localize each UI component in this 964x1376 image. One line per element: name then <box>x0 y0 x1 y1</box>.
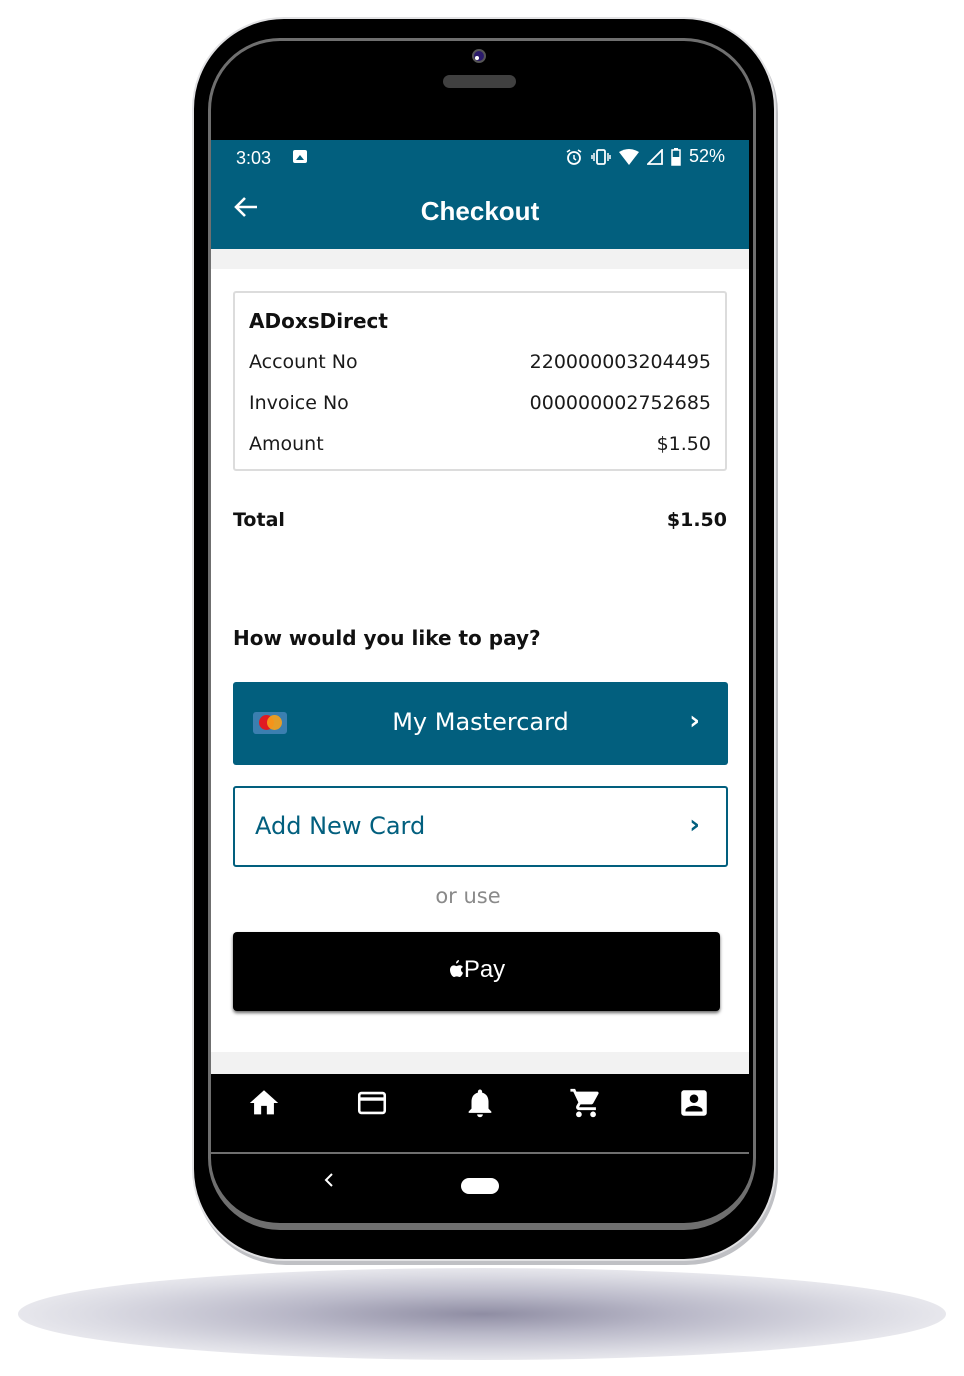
content-bottom-divider <box>211 1052 749 1074</box>
total-value: $1.50 <box>666 509 727 531</box>
invoice-number-label: Invoice No <box>249 392 349 414</box>
account-number-label: Account No <box>249 351 358 373</box>
content-top-divider <box>211 249 749 269</box>
account-number-value: 220000003204495 <box>529 351 711 373</box>
amount-value: $1.50 <box>656 433 711 455</box>
apple-pay-text: Pay <box>463 956 506 983</box>
nav-account[interactable] <box>677 1086 711 1120</box>
wifi-icon <box>618 148 639 165</box>
system-home-button[interactable] <box>461 1178 499 1194</box>
apple-pay-label: Pay <box>233 956 720 984</box>
system-back-button[interactable] <box>323 1170 335 1195</box>
invoice-number-value: 000000002752685 <box>529 392 711 414</box>
account-box-icon <box>681 1090 707 1116</box>
signal-icon <box>646 148 663 165</box>
page-title: Checkout <box>420 196 540 226</box>
add-new-card-button[interactable]: Add New Card › <box>233 786 728 867</box>
chevron-left-icon <box>324 1173 333 1187</box>
status-bar: 3:03 52% <box>211 140 749 176</box>
invoice-card: ADoxsDirect Account No 220000003204495 I… <box>233 291 727 471</box>
amount-label: Amount <box>249 433 324 455</box>
nav-cards[interactable] <box>355 1086 389 1120</box>
vibrate-icon <box>591 148 611 165</box>
image-icon <box>293 150 307 163</box>
system-nav-bar <box>211 1152 749 1214</box>
saved-card-label: My Mastercard <box>392 708 569 736</box>
credit-card-icon <box>357 1091 387 1115</box>
total-label: Total <box>233 509 285 531</box>
front-camera <box>472 49 486 63</box>
add-card-label: Add New Card <box>255 812 426 840</box>
status-time: 3:03 <box>236 148 272 168</box>
chevron-right-icon: › <box>689 810 700 840</box>
home-icon <box>249 1090 279 1115</box>
chevron-right-icon: › <box>689 706 700 736</box>
payment-question: How would you like to pay? <box>233 626 541 650</box>
status-icons: 52% <box>565 146 725 167</box>
bell-icon <box>468 1089 492 1118</box>
app-screen: 3:03 52% Checkout ADoxsDirect Account No… <box>211 140 749 1152</box>
app-bar: Checkout <box>211 176 749 249</box>
nav-home[interactable] <box>247 1086 281 1120</box>
merchant-name: ADoxsDirect <box>249 309 388 333</box>
alarm-icon <box>566 148 582 165</box>
or-use-label: or use <box>435 884 501 908</box>
bottom-nav <box>211 1074 749 1152</box>
battery-icon <box>671 147 681 166</box>
nav-notifications[interactable] <box>463 1086 497 1120</box>
apple-pay-button[interactable]: Pay <box>233 932 720 1011</box>
cart-icon <box>570 1088 599 1118</box>
saved-card-button[interactable]: My Mastercard › <box>233 682 728 765</box>
apple-logo-icon <box>449 960 463 977</box>
phone-shadow <box>18 1268 946 1360</box>
nav-cart[interactable] <box>569 1086 603 1120</box>
total-row: Total $1.50 <box>233 509 727 531</box>
battery-percent: 52% <box>688 146 725 166</box>
earpiece-speaker <box>443 75 516 88</box>
